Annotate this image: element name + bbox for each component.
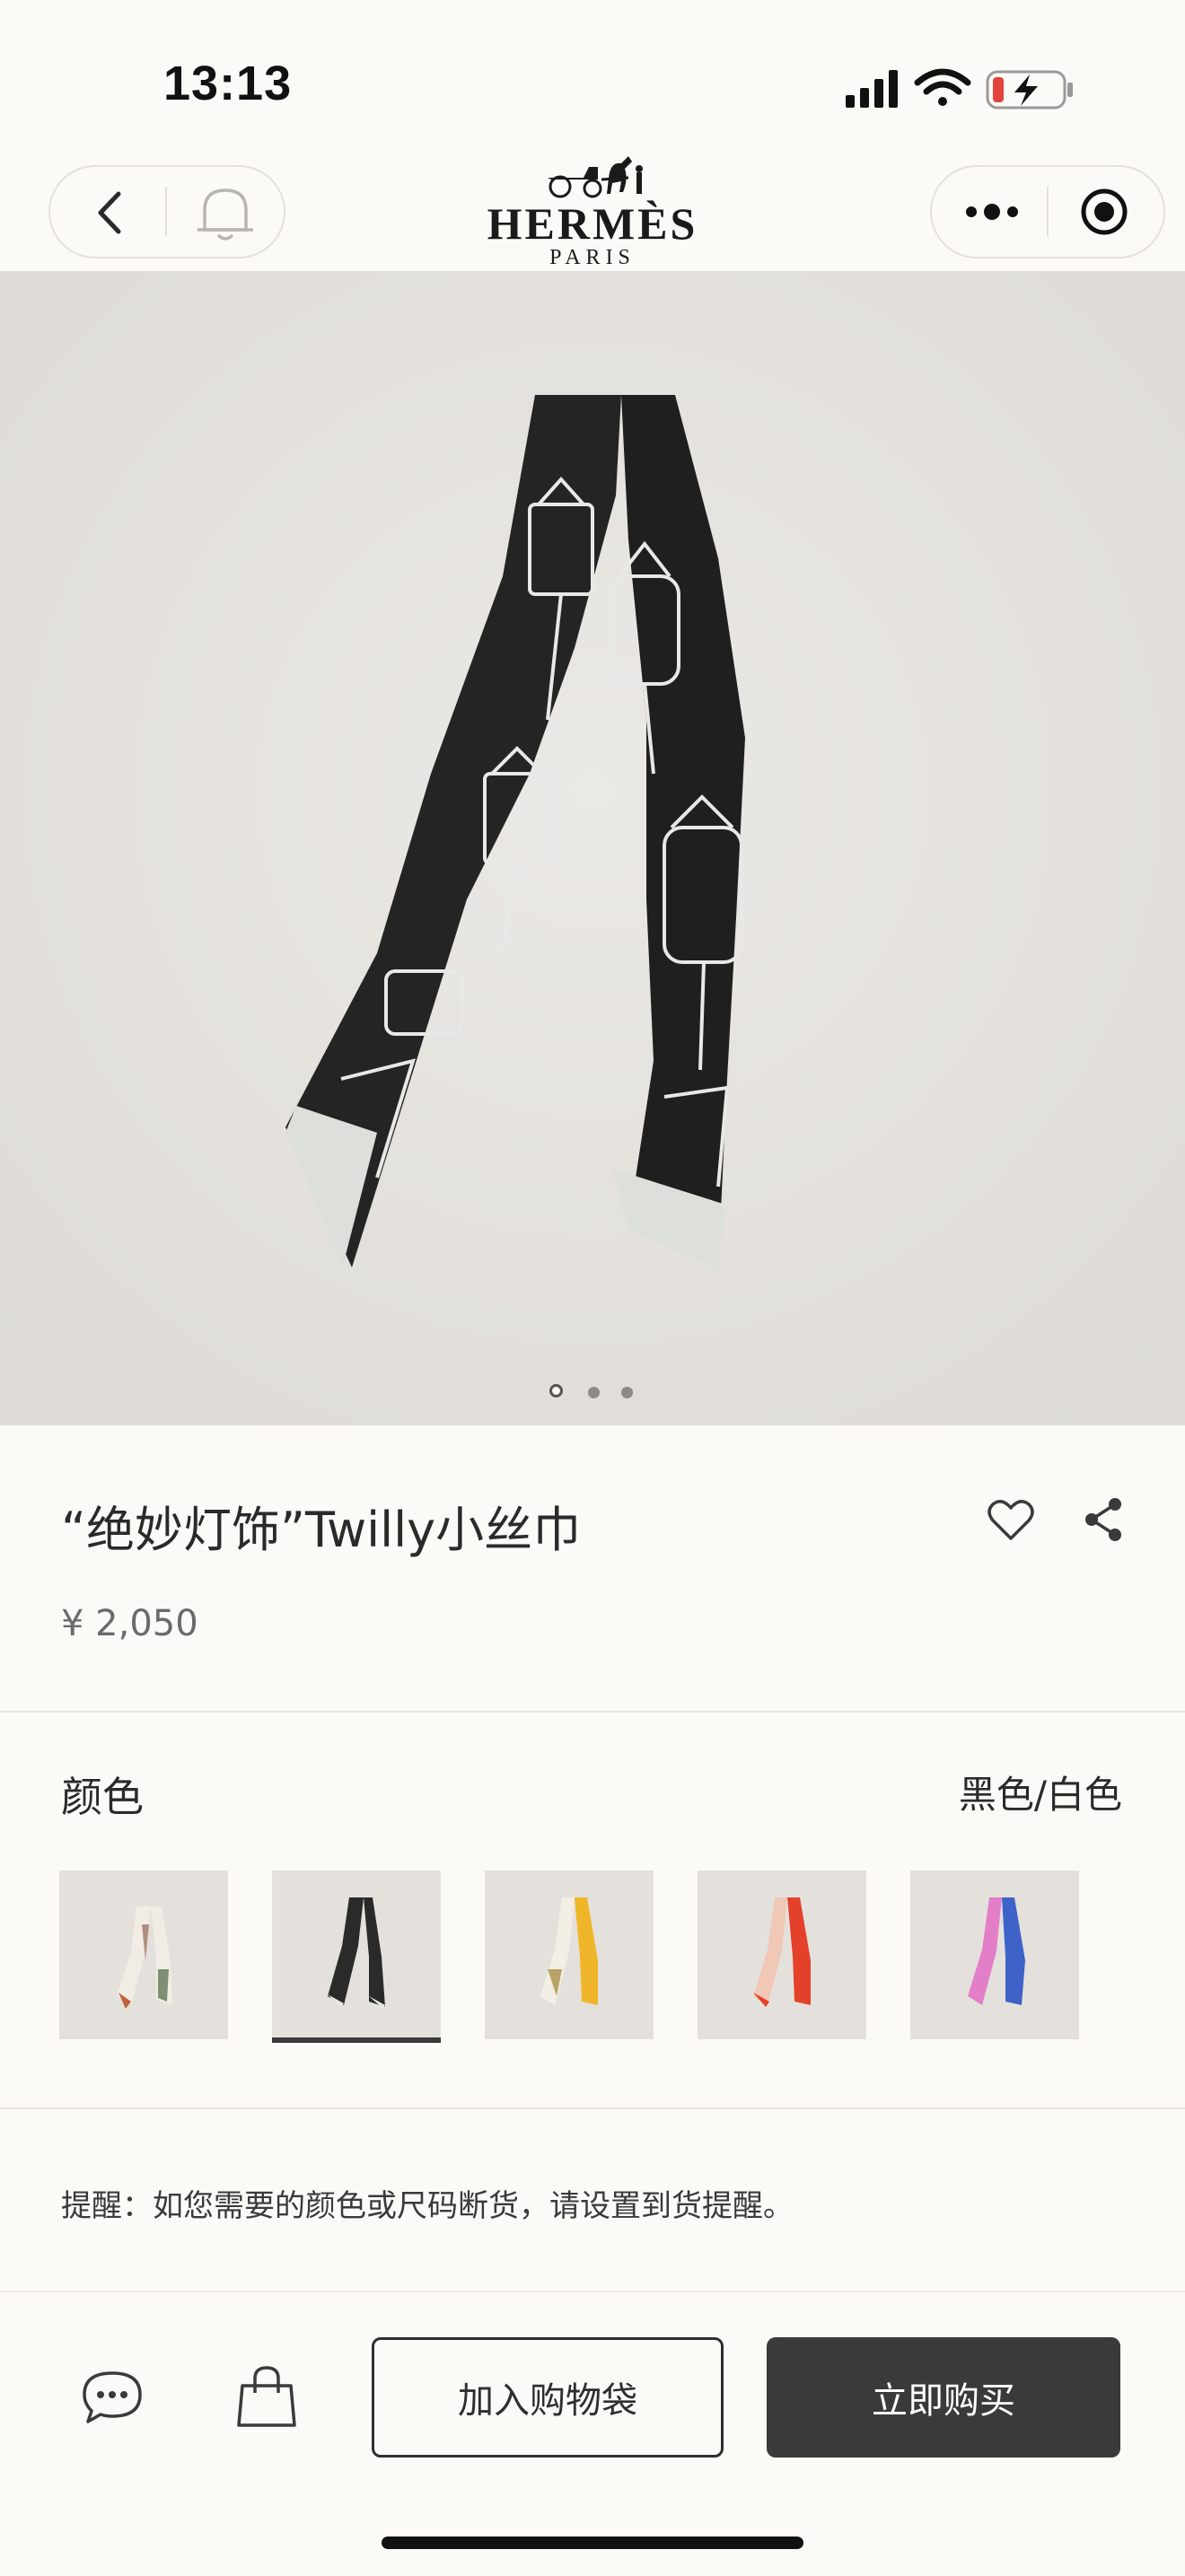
add-to-bag-button[interactable]: 加入购物袋 <box>372 2337 724 2458</box>
divider <box>0 1711 1185 1713</box>
color-swatch-ivory-green[interactable] <box>59 1871 228 2039</box>
product-image[interactable] <box>0 271 1185 1425</box>
signal-icon <box>846 70 898 108</box>
status-icons <box>846 68 1073 110</box>
swatch-image <box>272 1871 441 2039</box>
brand-name: HERMÈS <box>487 198 698 249</box>
brand-logo: HERMÈS PARIS <box>413 144 772 269</box>
swatch-image <box>698 1871 866 2039</box>
carousel-dot-3[interactable] <box>621 1387 633 1398</box>
bag-icon[interactable] <box>235 2364 298 2429</box>
swatch-image <box>910 1871 1079 2039</box>
status-time: 13:13 <box>163 57 293 110</box>
battery-icon <box>986 70 1073 110</box>
buy-now-button[interactable]: 立即购买 <box>767 2337 1120 2458</box>
swatch-image <box>485 1871 654 2039</box>
share-icon[interactable] <box>1081 1495 1126 1544</box>
capsule-divider <box>1047 187 1049 237</box>
restock-notice: 提醒：如您需要的颜色或尺码断货，请设置到货提醒。 <box>61 2188 794 2224</box>
color-swatch-black-white[interactable] <box>272 1871 441 2039</box>
color-swatch-white-yellow[interactable] <box>485 1871 654 2039</box>
back-icon[interactable] <box>92 190 127 235</box>
color-swatch-pink-blue[interactable] <box>910 1871 1079 2039</box>
carousel-dot-2[interactable] <box>588 1387 600 1398</box>
product-price: ¥ 2,050 <box>61 1603 198 1644</box>
carriage-logo-icon <box>548 156 643 198</box>
heart-icon[interactable] <box>988 1499 1034 1542</box>
selected-color-value: 黑色/白色 <box>958 1773 1122 1817</box>
nav-capsule-left <box>48 165 285 258</box>
nav-capsule-right <box>930 165 1165 258</box>
target-icon[interactable] <box>1079 187 1129 237</box>
more-icon[interactable] <box>962 196 1022 228</box>
product-title: “绝妙灯饰”Twilly小丝巾 <box>61 1502 582 1558</box>
twilly-scarf-image <box>0 271 1185 1425</box>
chat-icon[interactable] <box>81 2370 144 2425</box>
swatch-image <box>59 1871 228 2039</box>
wifi-icon <box>914 68 971 106</box>
capsule-divider <box>165 187 167 237</box>
home-indicator[interactable] <box>382 2537 803 2549</box>
bell-icon[interactable] <box>194 183 257 242</box>
brand-city: PARIS <box>549 246 636 269</box>
carousel-dot-1[interactable] <box>549 1384 563 1398</box>
divider <box>0 2107 1185 2109</box>
selected-swatch-indicator <box>272 2037 441 2043</box>
color-swatch-pink-red[interactable] <box>698 1871 866 2039</box>
color-label: 颜色 <box>61 1773 144 1821</box>
